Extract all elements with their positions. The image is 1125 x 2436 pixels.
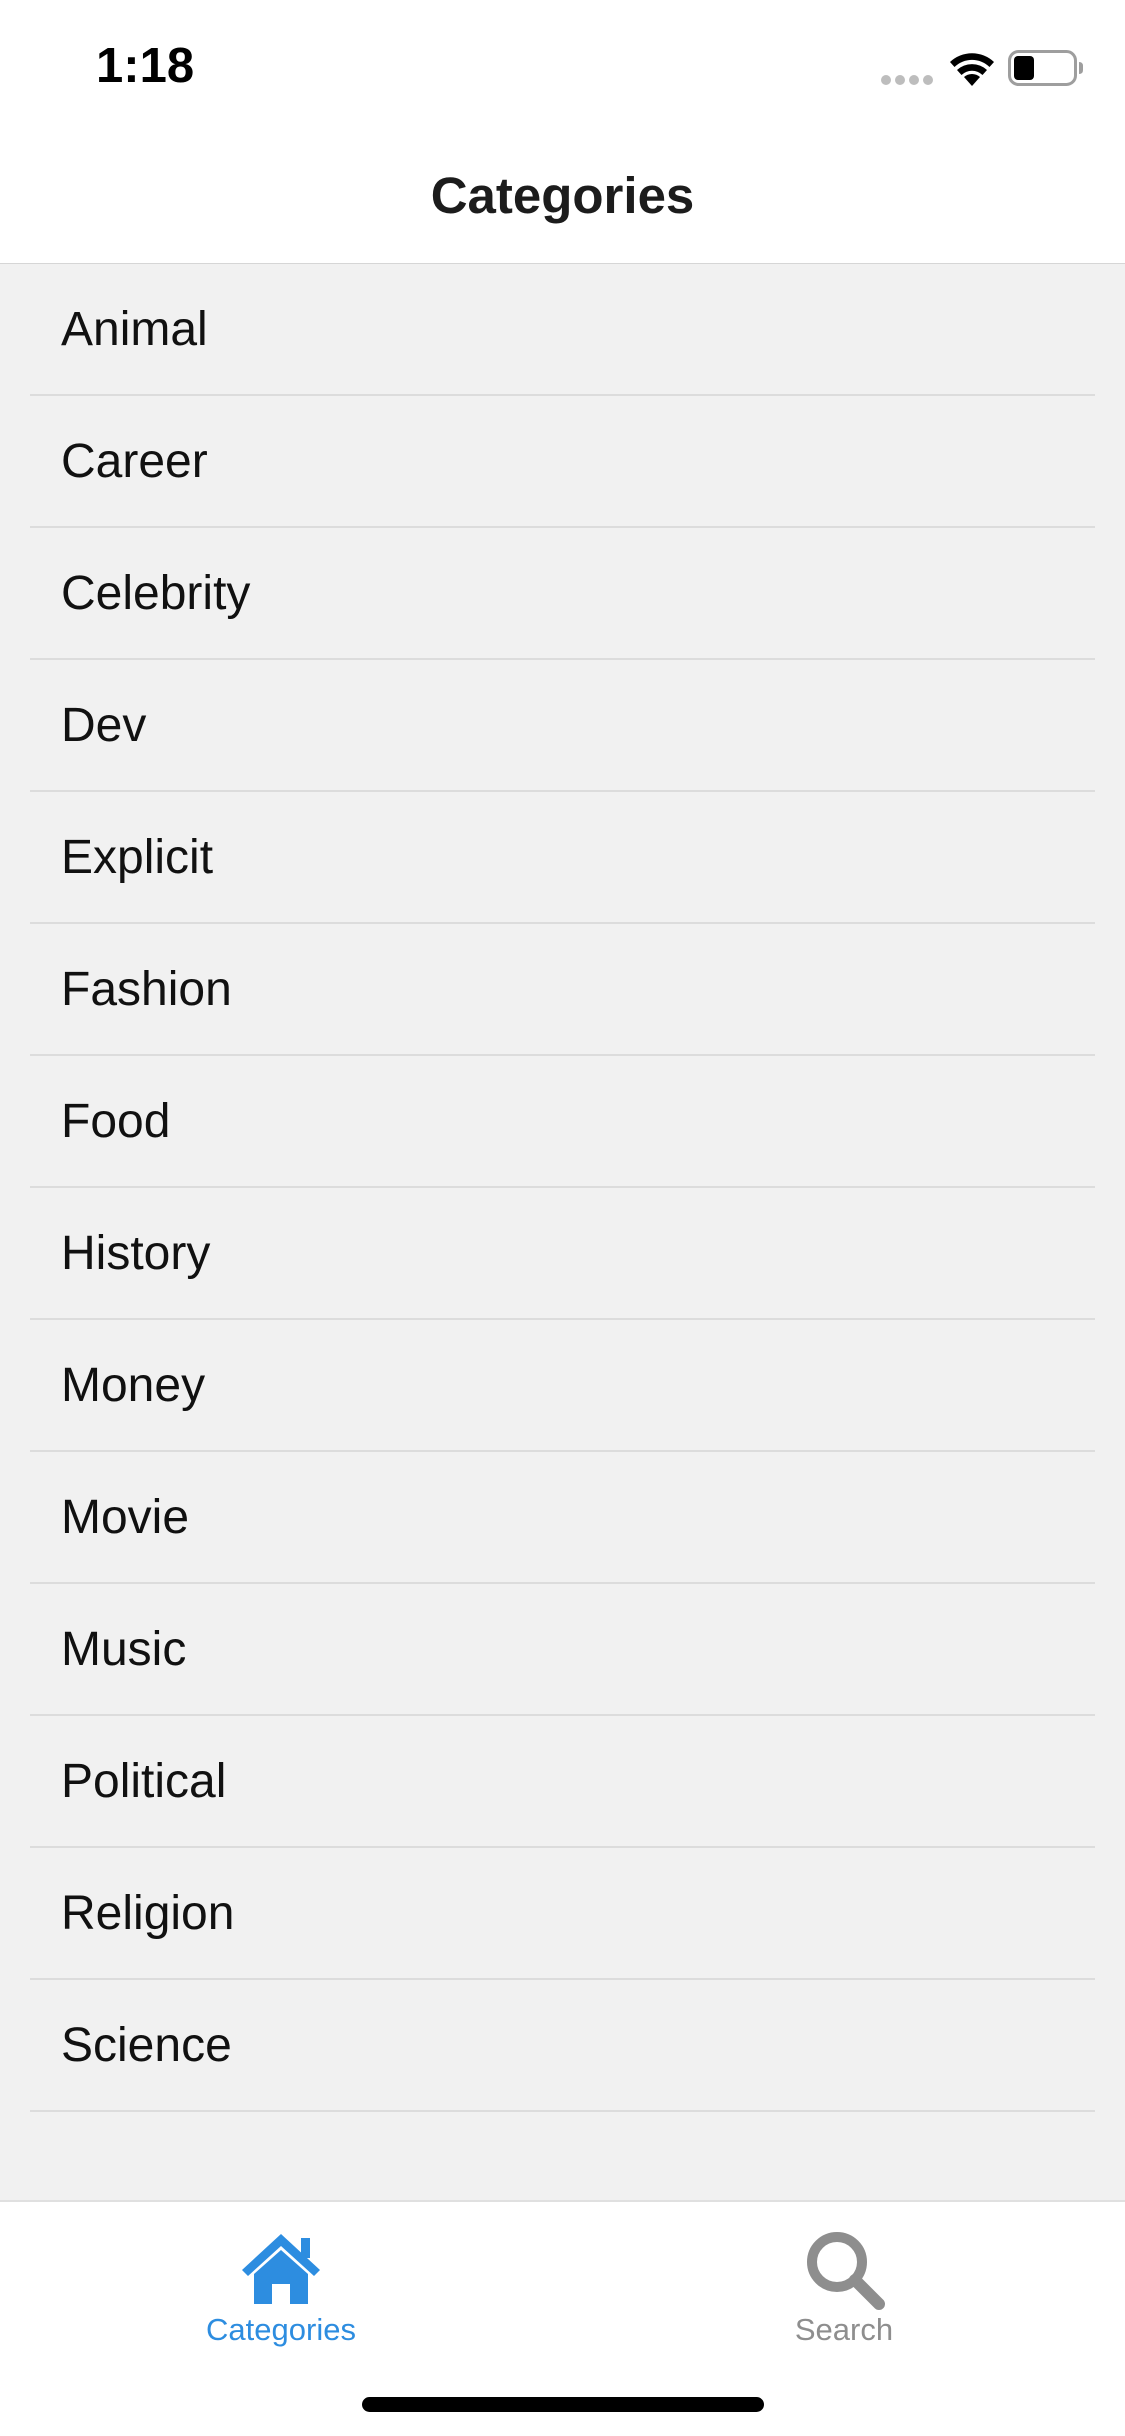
list-item[interactable]: Celebrity — [30, 528, 1095, 660]
list-item-label: Science — [61, 2019, 232, 2072]
list-item[interactable]: Food — [30, 1056, 1095, 1188]
list-item[interactable]: Explicit — [30, 792, 1095, 924]
page-title: Categories — [430, 167, 695, 224]
list-item-label: Movie — [61, 1491, 190, 1544]
status-time: 1:18 — [96, 39, 195, 93]
list-item[interactable]: Fashion — [30, 924, 1095, 1056]
list-item[interactable]: Science — [30, 1980, 1095, 2112]
list-item-label: Celebrity — [61, 567, 251, 620]
home-icon — [242, 2234, 320, 2304]
list-item[interactable]: History — [30, 1188, 1095, 1320]
list-item[interactable]: Religion — [30, 1848, 1095, 1980]
list-item-label: Explicit — [61, 831, 214, 884]
tab-label: Search — [794, 2312, 894, 2347]
list-item[interactable]: Political — [30, 1716, 1095, 1848]
signal-dots-icon — [881, 75, 933, 85]
list-item[interactable]: Music — [30, 1584, 1095, 1716]
list-item[interactable]: Money — [30, 1320, 1095, 1452]
search-icon — [807, 2232, 885, 2310]
list-item[interactable]: Movie — [30, 1452, 1095, 1584]
list-item-label: Food — [61, 1095, 171, 1148]
home-indicator[interactable] — [362, 2397, 764, 2412]
list-item[interactable]: Career — [30, 396, 1095, 528]
tab-categories[interactable]: Categories — [0, 2202, 562, 2362]
status-bar: 1:18 — [0, 0, 1125, 132]
list-item-label: Dev — [61, 699, 147, 752]
tab-label: Categories — [206, 2312, 356, 2347]
battery-icon — [1008, 50, 1083, 86]
list-item-label: Music — [61, 1623, 187, 1676]
list-item-label: Political — [61, 1755, 227, 1808]
navigation-bar: Categories — [0, 132, 1125, 264]
list-item-label: History — [61, 1227, 211, 1280]
list-item-label: Money — [61, 1359, 206, 1412]
tab-search[interactable]: Search — [563, 2202, 1125, 2362]
list-item-label: Career — [61, 435, 208, 488]
list-item-label: Fashion — [61, 963, 232, 1016]
list-item-label: Animal — [61, 303, 208, 356]
wifi-icon — [950, 53, 994, 86]
list-item[interactable]: Animal — [30, 264, 1095, 396]
list-item-label: Religion — [61, 1887, 235, 1940]
list-item[interactable]: Dev — [30, 660, 1095, 792]
screen: 1:18 Categories Animal Career Celebrity — [0, 0, 1125, 2436]
category-list[interactable]: Animal Career Celebrity Dev Explicit Fas… — [0, 264, 1125, 2200]
